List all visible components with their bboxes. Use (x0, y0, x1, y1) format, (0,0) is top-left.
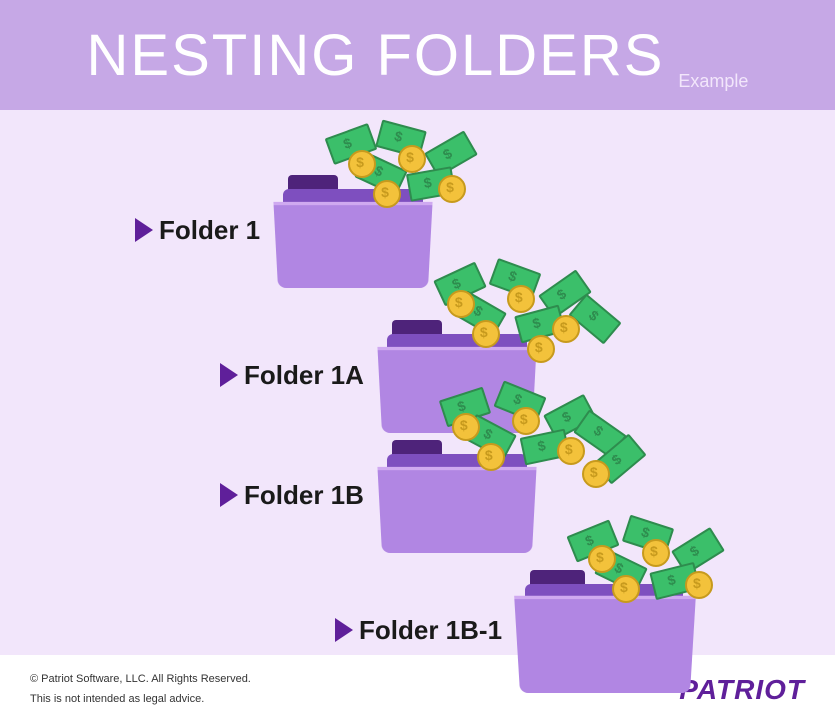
folder-label: Folder 1B-1 (359, 615, 502, 646)
brand-logo: PATRIOT (679, 674, 805, 706)
folder-icon (382, 440, 532, 550)
page-title: NESTING FOLDERS (87, 22, 665, 89)
folder-label: Folder 1B (244, 480, 364, 511)
folder-row-4: Folder 1B-1 (335, 570, 690, 690)
page-subtitle: Example (678, 71, 748, 92)
arrow-icon (135, 218, 153, 242)
footer-legal: © Patriot Software, LLC. All Rights Rese… (30, 670, 251, 710)
arrow-icon (220, 483, 238, 507)
folder-label: Folder 1A (244, 360, 364, 391)
folder-label: Folder 1 (159, 215, 260, 246)
folder-icon (278, 175, 428, 285)
header: NESTING FOLDERS Example (0, 0, 835, 110)
arrow-icon (220, 363, 238, 387)
folder-row-1: Folder 1 (135, 175, 428, 285)
arrow-icon (335, 618, 353, 642)
diagram-area: Folder 1 Folder 1A (0, 110, 835, 655)
folder-row-2: Folder 1A (220, 320, 532, 430)
disclaimer-text: This is not intended as legal advice. (30, 690, 251, 710)
folder-icon (382, 320, 532, 430)
copyright-text: © Patriot Software, LLC. All Rights Rese… (30, 670, 251, 690)
folder-row-3: Folder 1B (220, 440, 532, 550)
folder-icon (520, 570, 690, 690)
